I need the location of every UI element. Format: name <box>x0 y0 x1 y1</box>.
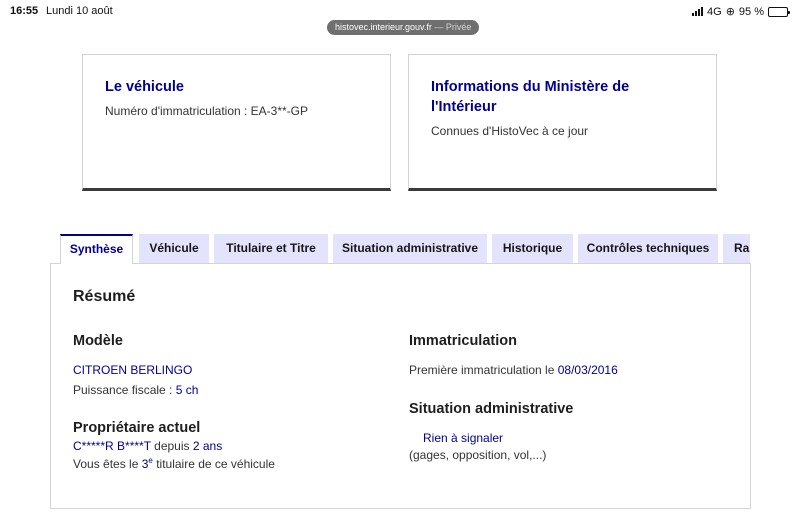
status-indicators: 4G ⊕ 95 % <box>692 5 790 18</box>
ministry-card: Informations du Ministère de l'Intérieur… <box>408 54 717 191</box>
fiscal-power: Puissance fiscale : 5 ch <box>73 383 198 397</box>
cellular-signal-icon <box>692 7 704 16</box>
private-mode-label: — Privée <box>434 22 472 32</box>
first-registration-date: 08/03/2016 <box>557 363 618 377</box>
ministry-card-title: Informations du Ministère de l'Intérieur <box>431 77 694 117</box>
owner-heading: Propriétaire actuel <box>73 420 201 436</box>
ministry-card-text: Connues d'HistoVec à ce jour <box>431 124 589 138</box>
status-date: Lundi 10 août <box>46 5 113 17</box>
owner-rank-prefix: Vous êtes le <box>73 457 142 471</box>
registration-number: Numéro d'immatriculation : EA-3**-GP <box>105 104 309 118</box>
fiscal-power-label: Puissance fiscale : <box>73 383 176 397</box>
admin-status: Rien à signaler <box>423 431 504 445</box>
tab-controles-techniques[interactable]: Contrôles techniques <box>578 234 718 263</box>
tab-rapport[interactable]: Rap <box>723 234 750 263</box>
admin-heading: Situation administrative <box>409 401 574 417</box>
registration-heading: Immatriculation <box>409 333 517 349</box>
first-registration-label: Première immatriculation le <box>409 363 558 377</box>
model-heading: Modèle <box>73 333 123 349</box>
status-time: 16:55 <box>10 5 39 17</box>
first-registration: Première immatriculation le 08/03/2016 <box>409 363 618 377</box>
address-bar[interactable]: histovec.interieur.gouv.fr — Privée <box>327 20 480 35</box>
vehicle-card-title: Le véhicule <box>105 79 184 95</box>
model-name: CITROEN BERLINGO <box>73 363 193 377</box>
vehicle-card: Le véhicule Numéro d'immatriculation : E… <box>82 54 391 191</box>
owner-since-label: depuis <box>150 439 193 453</box>
owner-rank: Vous êtes le 3e titulaire de ce véhicule <box>73 457 275 472</box>
tab-synthese[interactable]: Synthèse <box>60 234 133 264</box>
owner-since-value: 2 ans <box>192 439 223 453</box>
ministry-title-line2: l'Intérieur <box>431 99 497 115</box>
tab-historique[interactable]: Historique <box>492 234 573 263</box>
owner-rank-suffix: titulaire de ce véhicule <box>152 457 275 471</box>
synthese-panel: Résumé Modèle CITROEN BERLINGO Puissance… <box>50 263 751 509</box>
owner-name: C*****R B****T <box>73 439 151 453</box>
tab-situation-administrative[interactable]: Situation administrative <box>333 234 487 263</box>
tab-titulaire-titre[interactable]: Titulaire et Titre <box>214 234 328 263</box>
ministry-title-line1: Informations du Ministère de <box>431 79 630 95</box>
orientation-lock-icon: ⊕ <box>725 6 735 18</box>
tab-vehicule[interactable]: Véhicule <box>139 234 209 263</box>
owner-line: C*****R B****T depuis 2 ans <box>73 439 222 453</box>
battery-icon <box>768 6 790 17</box>
address-url: histovec.interieur.gouv.fr <box>335 22 432 32</box>
status-bar: 16:55 Lundi 10 août 4G ⊕ 95 % <box>0 0 800 22</box>
network-type: 4G <box>707 5 722 18</box>
fiscal-power-value: 5 ch <box>175 383 199 397</box>
admin-detail: (gages, opposition, vol,...) <box>409 448 547 462</box>
tab-bar: Synthèse Véhicule Titulaire et Titre Sit… <box>60 234 750 264</box>
battery-percent: 95 % <box>738 5 764 18</box>
summary-title: Résumé <box>73 288 136 305</box>
